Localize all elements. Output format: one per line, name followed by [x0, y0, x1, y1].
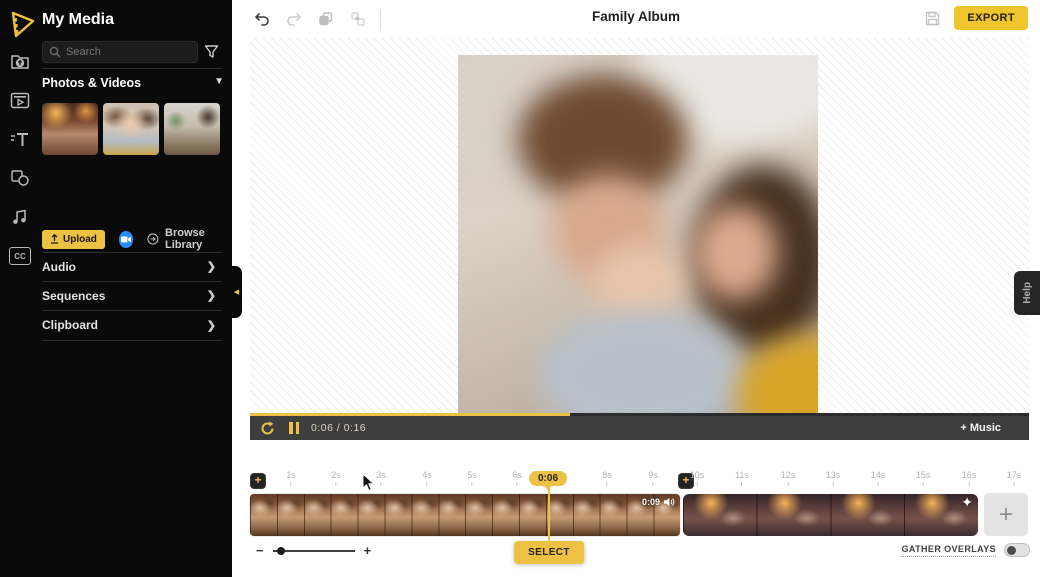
- redo-button[interactable]: [284, 9, 304, 29]
- woman-face-shape: [693, 205, 778, 300]
- sidebar-item-clipboard[interactable]: Clipboard ❯: [42, 311, 222, 341]
- ruler-tick: 1s: [286, 470, 296, 486]
- tool-rail: CC: [7, 52, 33, 265]
- zoom-slider-knob[interactable]: [276, 546, 285, 555]
- sidebar-item-audio[interactable]: Audio ❯: [42, 252, 222, 282]
- zoom-out-button[interactable]: −: [256, 543, 264, 558]
- video-preview[interactable]: [458, 55, 818, 413]
- upload-button[interactable]: Upload: [42, 229, 105, 249]
- chevron-right-icon: ❯: [206, 319, 216, 332]
- time-display: 0:06 / 0:16: [311, 422, 367, 434]
- ruler-tick: 16s: [962, 470, 976, 486]
- topbar: Family Album EXPORT: [232, 0, 1040, 38]
- music-tool-icon[interactable]: [9, 208, 31, 226]
- app-logo-icon[interactable]: [7, 8, 37, 40]
- duplicate-button[interactable]: [316, 9, 336, 29]
- playhead-time-badge[interactable]: 0:06: [528, 471, 568, 486]
- playhead-line[interactable]: [548, 488, 550, 543]
- chevron-right-icon: ❯: [206, 290, 216, 303]
- timeline-clip-1[interactable]: 0:09: [250, 494, 680, 536]
- sidebar-collapse-handle[interactable]: ◀: [231, 266, 242, 318]
- toggle-knob: [1007, 545, 1016, 555]
- clip-audio-icon: [664, 497, 675, 507]
- ruler-tick: 5s: [467, 470, 477, 486]
- media-thumbnail-bedtime[interactable]: [42, 103, 98, 155]
- preview-stage: 0:06 / 0:16 + Music: [250, 38, 1029, 440]
- collapse-arrow-icon: ◀: [233, 289, 240, 296]
- ruler-tick: 14s: [871, 470, 885, 486]
- paste-button[interactable]: [348, 9, 368, 29]
- search-icon: [49, 46, 61, 58]
- ruler-tick: 10s: [690, 470, 704, 486]
- search-input-wrap: [42, 41, 198, 63]
- ruler-tick: 4s: [422, 470, 432, 486]
- browse-library-label: Browse Library: [165, 227, 205, 251]
- zoom-slider[interactable]: [272, 546, 355, 555]
- zoom-in-button[interactable]: +: [364, 543, 372, 558]
- chevron-down-icon: ▼: [214, 76, 224, 87]
- circle-arrow-icon: [147, 233, 159, 245]
- photos-videos-section-header[interactable]: Photos & Videos ▼: [42, 76, 224, 90]
- photos-videos-label: Photos & Videos: [42, 76, 142, 90]
- pause-button[interactable]: [289, 422, 299, 434]
- gather-overlays-label[interactable]: GATHER OVERLAYS: [901, 544, 996, 557]
- filter-funnel-icon[interactable]: [204, 44, 219, 59]
- ruler-tick: 13s: [826, 470, 840, 486]
- media-thumbnail-kitchen[interactable]: [164, 103, 220, 155]
- ruler-tick: 12s: [781, 470, 795, 486]
- ruler-tick: 11s: [735, 470, 749, 486]
- media-thumbnails: [42, 103, 220, 155]
- add-clip-button[interactable]: +: [984, 493, 1028, 536]
- save-icon[interactable]: [922, 8, 942, 28]
- timeline-zoom-control: − +: [256, 543, 371, 558]
- toolbar-divider: [380, 9, 381, 29]
- help-label: Help: [1021, 282, 1033, 304]
- ruler-tick: 9s: [648, 470, 658, 486]
- loop-button[interactable]: [260, 421, 275, 436]
- captions-icon[interactable]: CC: [9, 247, 31, 265]
- upload-icon: [51, 234, 58, 244]
- clip-duration-label: 0:09: [641, 497, 660, 507]
- ruler-tick: 8s: [602, 470, 612, 486]
- sidebar-menu: Audio ❯ Sequences ❯ Clipboard ❯: [42, 252, 222, 341]
- search-input[interactable]: [66, 46, 176, 58]
- add-scene-before-button[interactable]: +: [250, 473, 266, 489]
- ruler-tick: 3s: [376, 470, 386, 486]
- media-folder-icon[interactable]: [9, 52, 31, 70]
- help-tab[interactable]: Help: [1014, 271, 1040, 315]
- stock-video-icon[interactable]: [9, 91, 31, 109]
- divider: [42, 68, 222, 69]
- undo-button[interactable]: [252, 9, 272, 29]
- sidebar-title: My Media: [42, 11, 115, 28]
- menu-label: Clipboard: [42, 318, 98, 333]
- project-title: Family Album: [591, 9, 681, 24]
- overlays-shapes-icon[interactable]: [9, 169, 31, 187]
- media-thumbnail-family[interactable]: [103, 103, 159, 155]
- menu-label: Audio: [42, 259, 76, 274]
- select-button[interactable]: SELECT: [514, 541, 584, 564]
- mouse-cursor: [362, 473, 375, 492]
- timeline-clip-2[interactable]: ✦: [683, 494, 978, 536]
- gather-overlays-toggle[interactable]: [1004, 543, 1030, 557]
- export-button[interactable]: EXPORT: [954, 6, 1028, 30]
- upload-label: Upload: [63, 233, 97, 245]
- menu-label: Sequences: [42, 288, 106, 303]
- text-tool-icon[interactable]: [9, 130, 31, 148]
- ruler-tick: 17s: [1007, 470, 1021, 486]
- chevron-right-icon: ❯: [206, 261, 216, 274]
- clip-star-icon: ✦: [961, 494, 973, 510]
- add-music-button[interactable]: + Music: [960, 422, 1019, 434]
- browse-library-button[interactable]: Browse Library: [147, 227, 232, 251]
- zoom-app-icon[interactable]: [118, 230, 134, 248]
- ruler-tick: 2s: [331, 470, 341, 486]
- gather-overlays-control: GATHER OVERLAYS: [901, 543, 1030, 557]
- ruler-tick: 6s: [512, 470, 522, 486]
- upload-row: Upload Browse Library: [42, 227, 232, 251]
- media-sidebar: CC My Media Photos & Videos ▼ Upload Bro…: [0, 0, 232, 577]
- ruler-tick: 15s: [916, 470, 930, 486]
- timeline: + + 1s 2s 3s 4s 5s 6s 7s 8s 9s 10s 11s 1…: [250, 440, 1040, 577]
- player-controls: 0:06 / 0:16 + Music: [250, 416, 1029, 440]
- sidebar-item-sequences[interactable]: Sequences ❯: [42, 282, 222, 311]
